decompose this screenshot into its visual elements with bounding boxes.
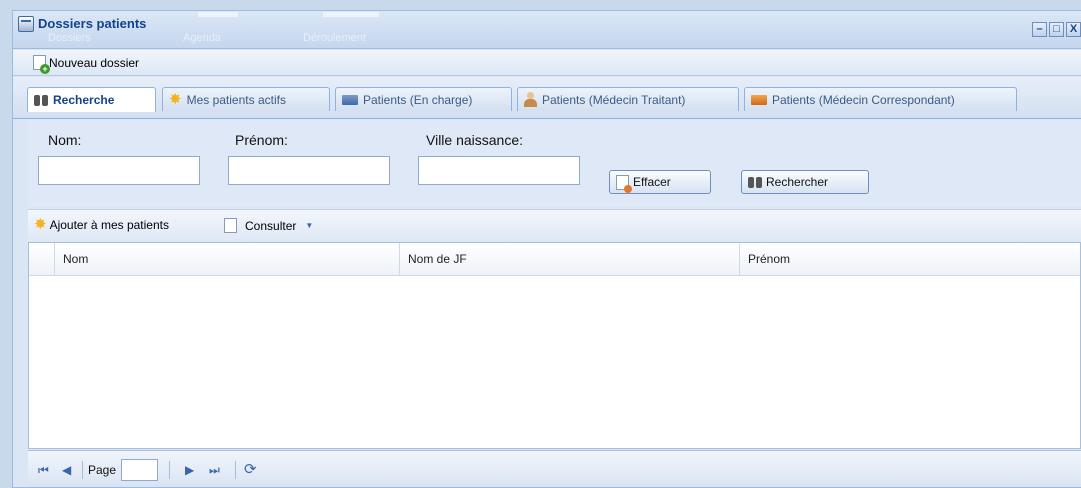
clear-document-icon: [616, 174, 632, 193]
star-icon: ✸: [34, 216, 47, 233]
add-label: Ajouter à mes patients: [49, 218, 169, 232]
new-folder-button[interactable]: Nouveau dossier: [33, 55, 140, 74]
maximize-button[interactable]: □: [1049, 22, 1064, 37]
column-header-prenom[interactable]: Prénom: [739, 243, 1081, 276]
grid-toolbar: ✸ Ajouter à mes patients Consulter ▼: [28, 209, 1081, 241]
person-icon: [524, 92, 537, 107]
prenom-input[interactable]: [228, 156, 390, 185]
effacer-button[interactable]: Effacer: [609, 170, 711, 194]
title-bar[interactable]: Dossiers patients Dossiers Agenda Déroul…: [13, 11, 1081, 49]
tab-label: Patients (Médecin Traitant): [542, 92, 686, 107]
ghost-tab-agenda: Agenda: [183, 32, 221, 44]
consulter-button[interactable]: Consulter ▼: [224, 218, 313, 233]
tab-patients-medecin-traitant[interactable]: Patients (Médecin Traitant): [517, 87, 739, 111]
binoculars-icon: [34, 94, 48, 106]
tab-patients-en-charge[interactable]: Patients (En charge): [335, 87, 512, 111]
main-toolbar: Nouveau dossier: [13, 50, 1081, 76]
effacer-label: Effacer: [633, 175, 671, 189]
search-form: Nom: Prénom: Ville naissance: Effacer Re…: [28, 120, 1081, 207]
tab-patients-medecin-correspondant[interactable]: Patients (Médecin Correspondant): [744, 87, 1017, 111]
document-icon: [224, 218, 237, 233]
patients-window: Dossiers patients Dossiers Agenda Déroul…: [12, 10, 1081, 488]
binoculars-icon: [748, 176, 762, 188]
star-icon: ✸: [169, 90, 182, 108]
column-header-nom-de-jf[interactable]: Nom de JF: [399, 243, 739, 276]
ghost-tab-deroulement: Déroulement: [303, 32, 366, 44]
tab-label: Patients (En charge): [363, 92, 473, 107]
ghost-highlight: [198, 12, 238, 17]
consulter-label: Consulter: [245, 218, 297, 233]
tab-strip: Recherche ✸ Mes patients actifs Patients…: [13, 77, 1081, 119]
tab-label: Patients (Médecin Correspondant): [772, 92, 955, 107]
window-controls: – □ X: [1032, 22, 1081, 37]
grid-header: Nom Nom de JF Prénom: [29, 243, 1080, 276]
ghost-tab-dossiers: Dossiers: [48, 32, 91, 44]
nom-label: Nom:: [48, 132, 82, 148]
window-title: Dossiers patients: [38, 16, 147, 31]
separator: [169, 461, 170, 479]
page-label: Page: [88, 463, 117, 477]
column-header-nom[interactable]: Nom: [54, 243, 399, 276]
tab-label: Mes patients actifs: [186, 92, 286, 107]
nom-input[interactable]: [38, 156, 200, 185]
new-document-icon: [33, 55, 50, 74]
window-icon: [18, 16, 34, 32]
row-selector-header: [29, 243, 54, 276]
first-page-icon[interactable]: ⏮: [38, 463, 49, 478]
ville-naissance-input[interactable]: [418, 156, 580, 185]
new-folder-label: Nouveau dossier: [49, 55, 140, 70]
add-to-my-patients-button[interactable]: ✸ Ajouter à mes patients: [34, 216, 169, 233]
last-page-icon[interactable]: ⏭: [209, 463, 220, 478]
orange-folder-icon: [751, 94, 767, 105]
rechercher-label: Rechercher: [766, 175, 829, 189]
page-number-input[interactable]: [121, 459, 158, 481]
ghost-highlight: [323, 12, 379, 17]
patients-grid: Nom Nom de JF Prénom: [28, 242, 1081, 449]
previous-page-icon[interactable]: ◀: [62, 463, 71, 477]
next-page-icon[interactable]: ▶: [185, 463, 194, 477]
tab-recherche[interactable]: Recherche: [27, 87, 156, 112]
separator: [235, 461, 236, 479]
paging-toolbar: ⏮ ◀ Page ▶ ⏭ ⟳: [28, 450, 1081, 487]
prenom-label: Prénom:: [235, 132, 288, 148]
tab-label: Recherche: [53, 93, 115, 107]
tab-mes-patients-actifs[interactable]: ✸ Mes patients actifs: [162, 87, 330, 111]
folder-icon: [342, 94, 358, 105]
rechercher-button[interactable]: Rechercher: [741, 170, 869, 194]
close-button[interactable]: X: [1066, 22, 1081, 37]
dropdown-arrow-icon: ▼: [305, 221, 314, 230]
minimize-button[interactable]: –: [1032, 22, 1047, 37]
separator: [82, 461, 83, 479]
refresh-icon[interactable]: ⟳: [244, 460, 257, 478]
ville-naissance-label: Ville naissance:: [426, 132, 524, 148]
